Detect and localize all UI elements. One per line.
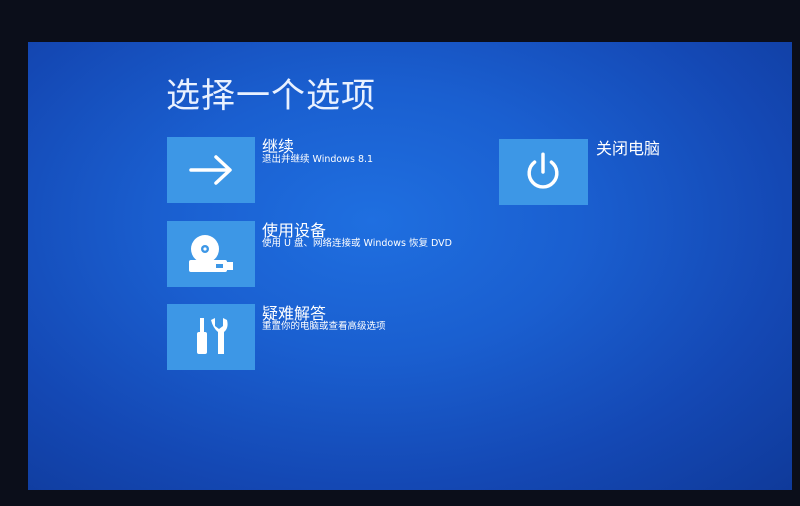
tools-icon: [197, 318, 228, 354]
continue-description: 退出并继续 Windows 8.1: [262, 154, 374, 165]
shutdown-option[interactable]: 关闭电脑: [499, 139, 729, 205]
arrow-right-icon: [189, 155, 232, 185]
continue-option[interactable]: 继续 退出并继续 Windows 8.1: [167, 137, 467, 203]
page-title: 选择一个选项: [166, 76, 376, 116]
shutdown-label: 关闭电脑: [596, 139, 661, 158]
use-device-tile[interactable]: [167, 221, 255, 287]
troubleshoot-tile[interactable]: [167, 304, 255, 370]
shutdown-tile[interactable]: [499, 139, 588, 205]
troubleshoot-option[interactable]: 疑难解答 重置你的电脑或查看高级选项: [167, 304, 467, 370]
continue-tile[interactable]: [167, 137, 255, 203]
power-icon: [527, 152, 559, 189]
recovery-screen: 选择一个选项 继续 退出并继续 Windows 8.1 使用设备 使用 U 盘、…: [28, 42, 792, 490]
drive-disc-icon: [189, 235, 233, 272]
use-device-option[interactable]: 使用设备 使用 U 盘、网络连接或 Windows 恢复 DVD: [167, 221, 467, 287]
use-device-description: 使用 U 盘、网络连接或 Windows 恢复 DVD: [262, 238, 452, 249]
troubleshoot-description: 重置你的电脑或查看高级选项: [262, 321, 386, 332]
